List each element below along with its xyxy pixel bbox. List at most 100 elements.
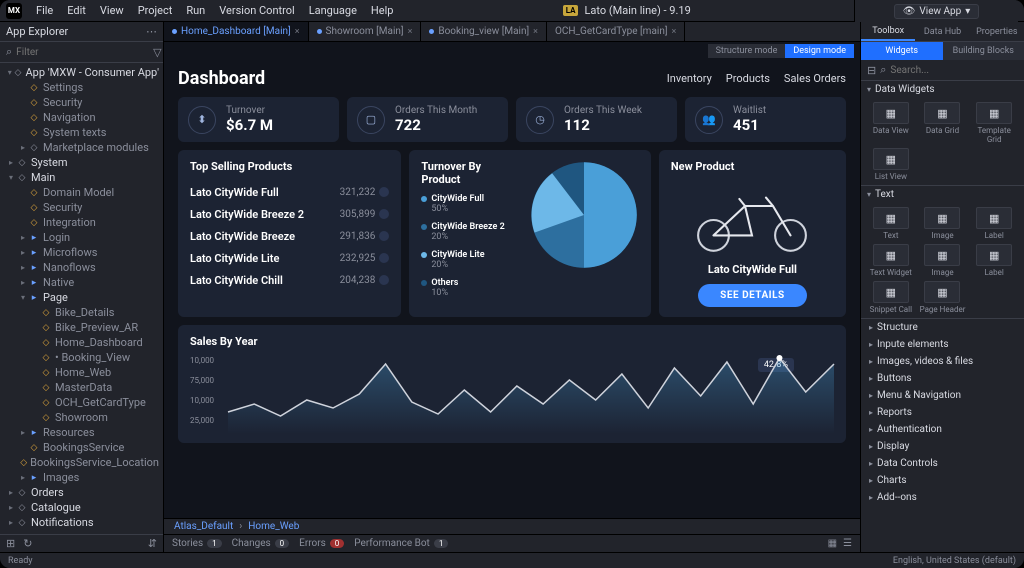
tree-item[interactable]: ▸▸Login <box>0 230 163 245</box>
tree-item[interactable]: ◇Security <box>0 200 163 215</box>
project-tree[interactable]: ▾◇App 'MXW - Consumer App'◇Settings◇Secu… <box>0 63 163 534</box>
menu-language[interactable]: Language <box>303 4 363 17</box>
status-perf[interactable]: Performance Bot1 <box>354 538 448 549</box>
menu-version-control[interactable]: Version Control <box>213 4 300 17</box>
document-tab[interactable]: Home_Dashboard [Main]× <box>164 22 309 41</box>
tree-item[interactable]: ▾◇App 'MXW - Consumer App' <box>0 65 163 80</box>
toolbox-subtab[interactable]: Building Blocks <box>943 42 1024 60</box>
tree-item[interactable]: ◇Home_Dashboard <box>0 335 163 350</box>
menu-view[interactable]: View <box>94 4 130 17</box>
tree-item[interactable]: ◇OCH_GetCardType <box>0 395 163 410</box>
category-authentication[interactable]: ▸Authentication <box>861 421 1024 438</box>
tree-item[interactable]: ◇Showroom <box>0 410 163 425</box>
toolbox-search-input[interactable] <box>890 65 1023 76</box>
tree-action-icon[interactable]: ↻ <box>23 537 32 550</box>
section-header-text[interactable]: ▾Text <box>861 186 1024 203</box>
widget-page-header[interactable]: ▦Page Header <box>919 281 967 314</box>
status-errors[interactable]: Errors0 <box>299 538 344 549</box>
filter-icon[interactable]: ▽ <box>153 46 161 59</box>
category-buttons[interactable]: ▸Buttons <box>861 370 1024 387</box>
menu-project[interactable]: Project <box>132 4 179 17</box>
close-tab-icon[interactable]: × <box>295 27 300 37</box>
toolbox-tab[interactable]: Properties <box>970 22 1024 41</box>
widget-data-grid[interactable]: ▦Data Grid <box>919 102 967 144</box>
tree-item[interactable]: ◇Security <box>0 95 163 110</box>
tree-item[interactable]: ▾▸Page <box>0 290 163 305</box>
tree-item[interactable]: ◇Integration <box>0 215 163 230</box>
widget-template-grid[interactable]: ▦Template Grid <box>970 102 1018 144</box>
nav-link[interactable]: Inventory <box>667 72 712 85</box>
category-inpute-elements[interactable]: ▸Inpute elements <box>861 336 1024 353</box>
tree-item[interactable]: ◇• Booking_View <box>0 350 163 365</box>
widget-text[interactable]: ▦Text <box>867 207 915 240</box>
document-tab[interactable]: OCH_GetCardType [main]× <box>547 22 685 41</box>
category-charts[interactable]: ▸Charts <box>861 472 1024 489</box>
widget-list-view[interactable]: ▦List View <box>867 148 915 181</box>
category-reports[interactable]: ▸Reports <box>861 404 1024 421</box>
tree-item[interactable]: ◇Navigation <box>0 110 163 125</box>
tree-action-icon[interactable]: ⊞ <box>6 537 15 550</box>
toolbox-tab[interactable]: Toolbox <box>861 22 915 41</box>
widget-image[interactable]: ▦Image <box>919 207 967 240</box>
tree-item[interactable]: ◇MasterData <box>0 380 163 395</box>
tree-item[interactable]: ▸◇System <box>0 155 163 170</box>
tree-item[interactable]: ◇Domain Model <box>0 185 163 200</box>
nav-link[interactable]: Sales Orders <box>784 72 846 85</box>
widget-label[interactable]: ▦Label <box>970 207 1018 240</box>
category-add-ons[interactable]: ▸Add--ons <box>861 489 1024 506</box>
menu-file[interactable]: File <box>30 4 59 17</box>
view-app-button[interactable]: 👁View App▾ <box>894 4 980 19</box>
tree-item[interactable]: ▸▸Resources <box>0 425 163 440</box>
tree-item[interactable]: ◇Home_Web <box>0 365 163 380</box>
close-tab-icon[interactable]: × <box>533 27 538 37</box>
collapse-icon[interactable]: ⊟ <box>867 64 876 77</box>
see-details-button[interactable]: SEE DETAILS <box>698 284 807 307</box>
tree-item[interactable]: ▸▸Nanoflows <box>0 260 163 275</box>
category-images-videos-files[interactable]: ▸Images, videos & files <box>861 353 1024 370</box>
tree-item[interactable]: ◇BookingsService <box>0 440 163 455</box>
tree-item[interactable]: ◇Bike_Details <box>0 305 163 320</box>
tree-item[interactable]: ▸▸Images <box>0 470 163 485</box>
locale-label[interactable]: English, United States (default) <box>893 556 1016 566</box>
tree-item[interactable]: ▸◇Orders <box>0 485 163 500</box>
tree-item[interactable]: ◇BookingsService_Location <box>0 455 163 470</box>
widget-snippet-call[interactable]: ▦Snippet Call <box>867 281 915 314</box>
menu-edit[interactable]: Edit <box>61 4 92 17</box>
tree-item[interactable]: ▸▸Native <box>0 275 163 290</box>
info-icon[interactable] <box>379 187 389 197</box>
structure-mode-button[interactable]: Structure mode <box>708 44 786 58</box>
tree-action-icon[interactable]: ⇵ <box>148 537 157 550</box>
category-structure[interactable]: ▸Structure <box>861 319 1024 336</box>
close-tab-icon[interactable]: × <box>672 27 677 37</box>
design-canvas[interactable]: Dashboard InventoryProductsSales Orders … <box>164 60 860 518</box>
breadcrumb-item[interactable]: Home_Web <box>248 521 299 532</box>
status-changes[interactable]: Changes0 <box>232 538 290 549</box>
info-icon[interactable] <box>379 253 389 263</box>
breadcrumb-item[interactable]: Atlas_Default <box>174 521 233 532</box>
nav-link[interactable]: Products <box>726 72 770 85</box>
widget-data-view[interactable]: ▦Data View <box>867 102 915 144</box>
grid-view-icon[interactable]: ▦ <box>828 538 837 549</box>
document-tab[interactable]: Showroom [Main]× <box>309 22 422 41</box>
info-icon[interactable] <box>379 231 389 241</box>
close-tab-icon[interactable]: × <box>408 27 413 37</box>
toolbox-subtab[interactable]: Widgets <box>861 42 943 60</box>
tree-item[interactable]: ◇System texts <box>0 125 163 140</box>
more-icon[interactable]: ⋯ <box>146 25 157 38</box>
widget-image[interactable]: ▦Image <box>919 244 967 277</box>
list-view-icon[interactable]: ☰ <box>843 538 852 549</box>
toolbox-tab[interactable]: Data Hub <box>915 22 969 41</box>
category-display[interactable]: ▸Display <box>861 438 1024 455</box>
status-stories[interactable]: Stories1 <box>172 538 222 549</box>
tree-item[interactable]: ▸◇Notifications <box>0 515 163 530</box>
widget-label[interactable]: ▦Label <box>970 244 1018 277</box>
category-data-controls[interactable]: ▸Data Controls <box>861 455 1024 472</box>
design-mode-button[interactable]: Design mode <box>785 44 854 58</box>
category-menu-navigation[interactable]: ▸Menu & Navigation <box>861 387 1024 404</box>
info-icon[interactable] <box>379 275 389 285</box>
info-icon[interactable] <box>379 209 389 219</box>
tree-item[interactable]: ▸▸Microflows <box>0 245 163 260</box>
widget-text-widget[interactable]: ▦Text Widget <box>867 244 915 277</box>
section-header-data-widgets[interactable]: ▾Data Widgets <box>861 81 1024 98</box>
tree-item[interactable]: ▸◇Marketplace modules <box>0 140 163 155</box>
